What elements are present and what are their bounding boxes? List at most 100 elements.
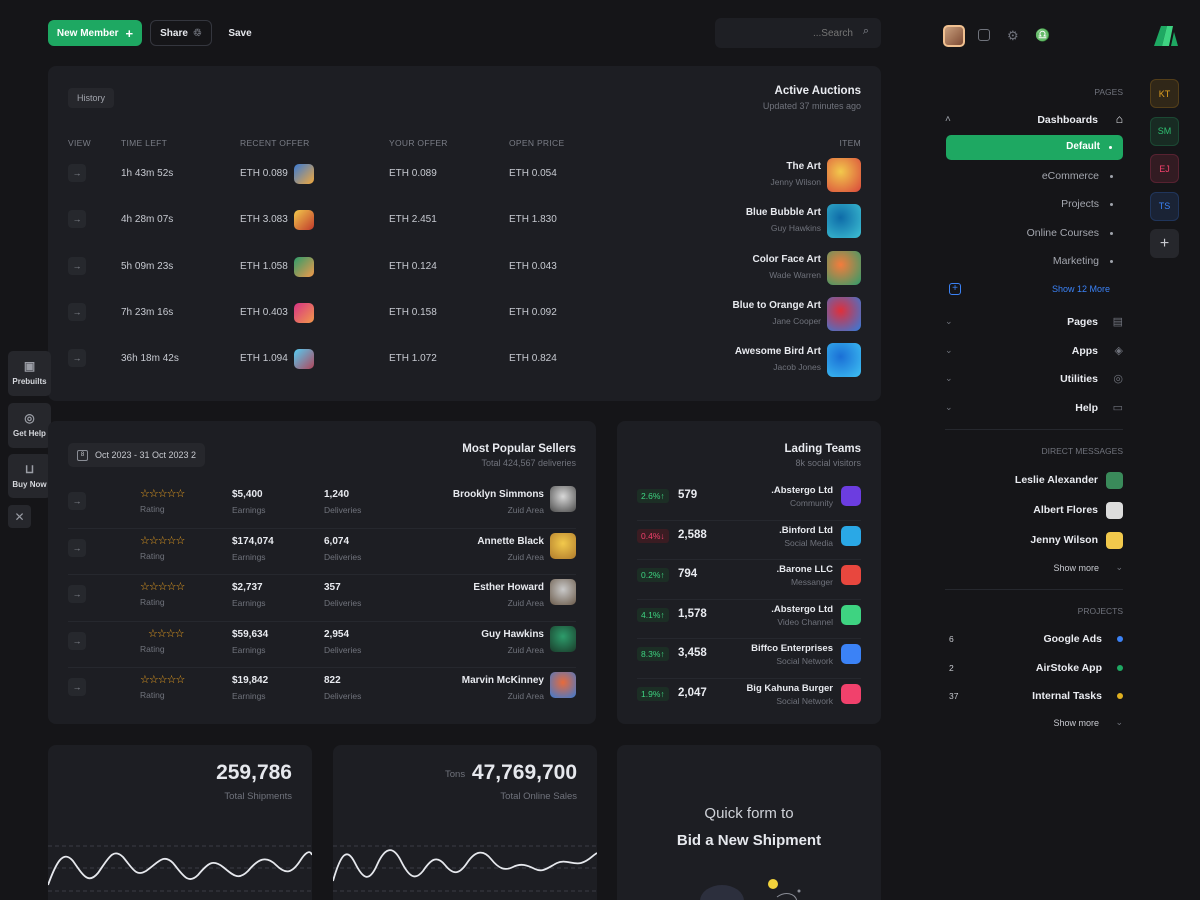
- get-help-tab[interactable]: ◎ Get Help: [8, 403, 51, 448]
- date-range-picker[interactable]: 8 Oct 2023 - 31 Oct 2023 2: [68, 443, 206, 467]
- seller-name[interactable]: Marvin McKinney: [462, 675, 544, 686]
- chevron-down-icon: ⌄: [1115, 717, 1123, 727]
- share-label: Share: [160, 27, 188, 39]
- team-logo-icon: [841, 604, 861, 625]
- prebuilts-tab[interactable]: ▣ Prebuilts: [8, 351, 51, 396]
- team-name[interactable]: .Abstergo Ltd: [771, 604, 833, 615]
- history-button[interactable]: History: [68, 88, 115, 108]
- workspace-initial[interactable]: TS: [1150, 191, 1179, 221]
- seller-area: Zuid Area: [507, 691, 544, 701]
- sidebar-item-pages[interactable]: Pages: [1067, 316, 1098, 328]
- item-thumbnail[interactable]: [827, 250, 861, 285]
- item-name[interactable]: Awesome Bird Art: [735, 346, 821, 357]
- view-arrow-icon[interactable]: →: [68, 349, 86, 368]
- close-icon[interactable]: ✕: [8, 505, 31, 528]
- project-item[interactable]: Google Ads: [1043, 633, 1102, 645]
- workspace-initial[interactable]: SM: [1150, 116, 1179, 146]
- save-button[interactable]: Save: [220, 20, 260, 46]
- sidebar-item-help[interactable]: Help: [1075, 402, 1098, 414]
- workspace-initial[interactable]: EJ: [1150, 154, 1179, 183]
- view-arrow-icon[interactable]: →: [68, 302, 86, 321]
- item-name[interactable]: Color Face Art: [752, 254, 821, 265]
- item-thumbnail[interactable]: [827, 204, 861, 239]
- sidebar-item-marketing[interactable]: Marketing: [1053, 255, 1099, 267]
- deliveries-value: 1,240: [324, 489, 350, 500]
- chevron-down-icon[interactable]: ⌄: [945, 316, 953, 327]
- view-arrow-icon[interactable]: →: [68, 256, 86, 275]
- item-name[interactable]: Blue Bubble Art: [746, 207, 821, 218]
- sidebar-item-ecommerce[interactable]: eCommerce: [1042, 170, 1099, 182]
- row-divider: [68, 574, 576, 575]
- buy-now-tab[interactable]: ⊔ Buy Now: [8, 454, 51, 498]
- sidebar-item-apps[interactable]: Apps: [1072, 345, 1098, 357]
- recent-offer: ETH 3.083: [240, 214, 288, 226]
- project-item[interactable]: Internal Tasks: [1032, 690, 1102, 702]
- dashboards-label[interactable]: Dashboards: [1037, 114, 1098, 126]
- layout-icon: ▣: [23, 359, 36, 373]
- share-button[interactable]: Share ♲: [150, 20, 212, 46]
- time-left: 4h 28m 07s: [121, 214, 174, 226]
- view-arrow-icon[interactable]: →: [68, 538, 86, 557]
- search-input[interactable]: [723, 25, 853, 41]
- user-avatar[interactable]: [943, 25, 965, 47]
- team-name[interactable]: .Abstergo Ltd: [771, 485, 833, 496]
- team-name[interactable]: Big Kahuna Burger: [746, 683, 833, 694]
- team-logo-icon: [841, 565, 861, 585]
- add-workspace-button[interactable]: +: [1150, 229, 1179, 258]
- item-name[interactable]: Blue to Orange Art: [732, 300, 821, 311]
- sidebar-item-default[interactable]: Default: [946, 135, 1123, 160]
- workspace-initial[interactable]: KT: [1150, 79, 1179, 108]
- sidebar-item-online-courses[interactable]: Online Courses: [1027, 227, 1099, 239]
- dm-contact[interactable]: Albert Flores: [1033, 504, 1098, 516]
- view-arrow-icon[interactable]: →: [68, 631, 86, 650]
- view-arrow-icon[interactable]: →: [68, 210, 86, 229]
- brand-logo-icon[interactable]: [1152, 24, 1180, 48]
- show-more-projects[interactable]: Show more: [1053, 718, 1099, 728]
- bidder-avatar: [294, 164, 314, 184]
- sidebar-item-projects[interactable]: Projects: [1061, 198, 1099, 210]
- chevron-up-icon[interactable]: ˄: [945, 114, 951, 125]
- col-item: ITEM: [839, 138, 861, 148]
- chevron-down-icon[interactable]: ⌄: [945, 402, 953, 413]
- team-category: Messanger: [790, 577, 833, 587]
- search-box[interactable]: ⌕: [715, 18, 881, 48]
- gear-icon[interactable]: ⚙: [1007, 28, 1019, 44]
- view-arrow-icon[interactable]: →: [68, 164, 86, 182]
- add-square-icon[interactable]: +: [949, 283, 961, 295]
- project-item[interactable]: AirStoke App: [1036, 662, 1102, 674]
- view-arrow-icon[interactable]: →: [68, 678, 86, 696]
- earnings-value: $59,634: [232, 628, 269, 640]
- bell-icon[interactable]: ♎: [1035, 28, 1050, 42]
- item-thumbnail[interactable]: [827, 343, 861, 378]
- item-name[interactable]: The Art: [786, 161, 821, 172]
- show-more-dms[interactable]: Show more: [1053, 563, 1099, 573]
- dm-contact[interactable]: Leslie Alexander: [1015, 474, 1098, 486]
- new-member-button[interactable]: New Member +: [48, 20, 142, 46]
- show-12-more-link[interactable]: Show 12 More: [1052, 284, 1110, 294]
- team-name[interactable]: .Barone LLC: [777, 564, 833, 575]
- change-badge: 4.1%↑: [637, 607, 669, 622]
- col-time-left: TIME LEFT: [121, 138, 168, 148]
- seller-name[interactable]: Esther Howard: [473, 582, 544, 593]
- seller-name[interactable]: Guy Hawkins: [481, 629, 544, 640]
- item-thumbnail[interactable]: [827, 158, 861, 192]
- team-name[interactable]: Biffco Enterprises: [751, 643, 833, 654]
- seller-name[interactable]: Annette Black: [477, 536, 544, 547]
- dm-contact[interactable]: Jenny Wilson: [1030, 534, 1098, 546]
- item-thumbnail[interactable]: [827, 296, 861, 331]
- get-help-label: Get Help: [13, 429, 46, 438]
- notes-icon[interactable]: [978, 29, 990, 41]
- popular-sellers-card: 8 Oct 2023 - 31 Oct 2023 2 Most Popular …: [48, 421, 596, 724]
- row-divider: [637, 559, 861, 560]
- sidebar-item-utilities[interactable]: Utilities: [1060, 373, 1098, 385]
- chevron-down-icon[interactable]: ⌄: [945, 345, 953, 356]
- active-auctions-card: History Active Auctions Updated 37 minut…: [48, 66, 881, 401]
- team-name[interactable]: .Binford Ltd: [779, 525, 833, 536]
- chevron-down-icon[interactable]: ⌄: [945, 373, 953, 384]
- your-offer: ETH 0.158: [389, 306, 437, 318]
- view-arrow-icon[interactable]: →: [68, 492, 86, 510]
- team-logo-icon: [841, 525, 861, 546]
- seller-name[interactable]: Brooklyn Simmons: [453, 489, 544, 500]
- view-arrow-icon[interactable]: →: [68, 585, 86, 603]
- item-artist: Guy Hawkins: [770, 223, 821, 234]
